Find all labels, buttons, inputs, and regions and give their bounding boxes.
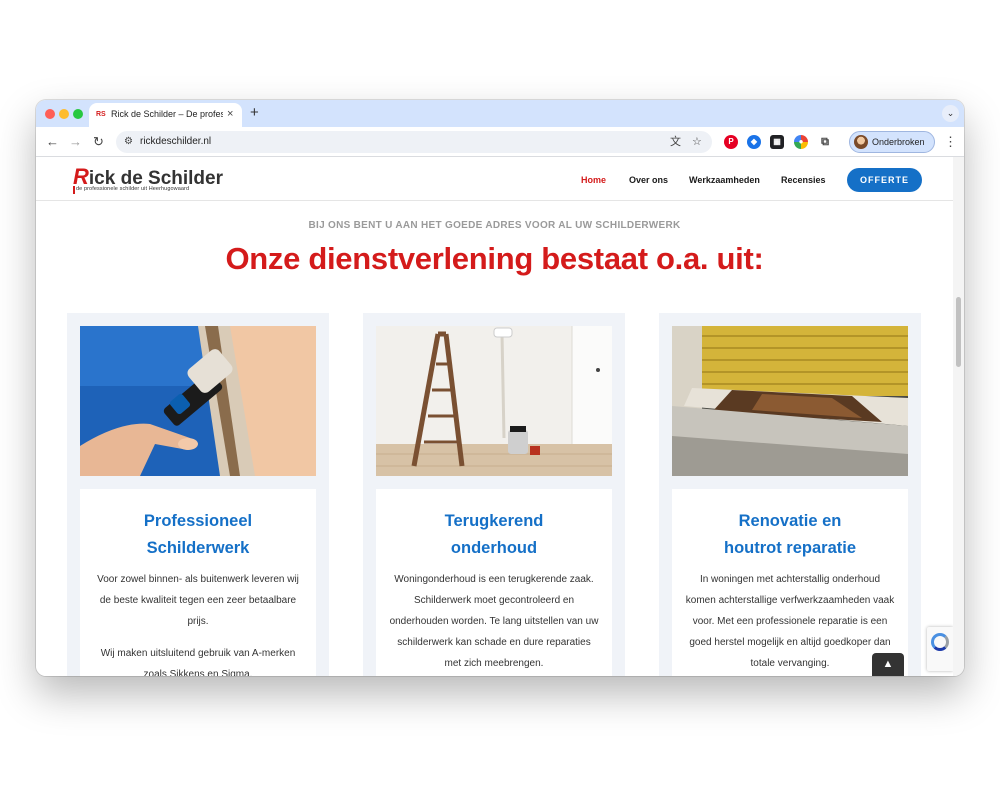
card-paragraph: Voor zowel binnen- als buitenwerk levere… bbox=[97, 574, 299, 627]
grid-extension-icon[interactable]: ▦ bbox=[770, 135, 784, 149]
nav-home[interactable]: Home bbox=[581, 174, 606, 186]
forward-button[interactable]: → bbox=[69, 132, 82, 152]
section-headline: Onze dienstverlening bestaat o.a. uit: bbox=[225, 241, 764, 276]
tab-close-icon[interactable]: × bbox=[227, 107, 233, 121]
service-card-renovation: Renovatie en houtrot reparatie In woning… bbox=[659, 313, 921, 676]
translate-icon[interactable]: 文 bbox=[670, 134, 681, 150]
back-to-top-button[interactable]: ▲ bbox=[872, 653, 904, 676]
avatar bbox=[854, 135, 868, 149]
browser-toolbar: ← → ↻ ⚙ rickdeschilder.nl 文 ☆ P ◆ ▦ ● ⧉ … bbox=[36, 127, 964, 157]
browser-menu-icon[interactable]: ⋮ bbox=[944, 132, 957, 152]
scrollbar-thumb[interactable] bbox=[956, 297, 961, 367]
tag-extension-icon[interactable]: ◆ bbox=[747, 135, 761, 149]
browser-window: RS Rick de Schilder – De professionele s… bbox=[36, 100, 964, 676]
site-info-icon[interactable]: ⚙ bbox=[124, 134, 133, 150]
profile-button[interactable]: Onderbroken bbox=[849, 131, 935, 153]
address-bar[interactable]: ⚙ rickdeschilder.nl 文 ☆ bbox=[116, 131, 712, 153]
new-tab-button[interactable]: + bbox=[250, 104, 259, 122]
minimize-window-icon[interactable] bbox=[59, 109, 69, 119]
card-text: Voor zowel binnen- als buitenwerk levere… bbox=[92, 569, 304, 676]
recaptcha-icon bbox=[931, 633, 949, 651]
browser-tab[interactable]: RS Rick de Schilder – De professionele s… bbox=[89, 103, 242, 127]
url-text[interactable]: rickdeschilder.nl bbox=[140, 135, 211, 149]
section-kicker: BIJ ONS BENT U AAN HET GOEDE ADRES VOOR … bbox=[308, 220, 681, 231]
logo-brush-icon bbox=[73, 186, 75, 194]
tab-strip: RS Rick de Schilder – De professionele s… bbox=[36, 100, 964, 127]
card-body: Terugkerend onderhoud Woningonderhoud is… bbox=[376, 489, 612, 676]
card-title: Renovatie en houtrot reparatie bbox=[672, 508, 908, 562]
tab-title: Rick de Schilder – De professionele schi… bbox=[111, 109, 223, 119]
card-paragraph: In woningen met achterstallig onderhoud … bbox=[685, 574, 895, 669]
favicon-icon: RS bbox=[96, 111, 106, 118]
maximize-window-icon[interactable] bbox=[73, 109, 83, 119]
service-card-painting: Professioneel Schilderwerk Voor zowel bi… bbox=[67, 313, 329, 676]
card-paragraph: Woningonderhoud is een terugkerende zaak… bbox=[389, 574, 599, 669]
service-card-maintenance: Terugkerend onderhoud Woningonderhoud is… bbox=[363, 313, 625, 676]
card-title-line: houtrot reparatie bbox=[723, 539, 857, 557]
profile-label: Onderbroken bbox=[872, 137, 925, 147]
card-text: Woningonderhoud is een terugkerende zaak… bbox=[388, 569, 600, 674]
tab-search-icon[interactable]: ⌄ bbox=[942, 105, 959, 122]
page-viewport: Rick de Schilder de professionele schild… bbox=[36, 157, 964, 676]
card-title-line: Renovatie en bbox=[738, 512, 842, 530]
card-image-ladder bbox=[376, 326, 612, 476]
card-title-line: Schilderwerk bbox=[146, 539, 250, 557]
close-window-icon[interactable] bbox=[45, 109, 55, 119]
site-header: Rick de Schilder de professionele schild… bbox=[36, 157, 953, 201]
nav-over-ons[interactable]: Over ons bbox=[629, 174, 668, 186]
nav-werkzaamheden[interactable]: Werkzaamheden bbox=[689, 174, 760, 186]
reload-button[interactable]: ↻ bbox=[93, 132, 104, 152]
bookmark-star-icon[interactable]: ☆ bbox=[692, 134, 702, 150]
recaptcha-badge[interactable] bbox=[927, 627, 953, 671]
card-title: Professioneel Schilderwerk bbox=[80, 508, 316, 562]
back-button[interactable]: ← bbox=[46, 132, 59, 152]
site-logo[interactable]: Rick de Schilder de professionele schild… bbox=[73, 166, 223, 194]
card-image-wood-rot bbox=[672, 326, 908, 476]
card-title-line: onderhoud bbox=[450, 539, 538, 557]
scrollbar-track[interactable] bbox=[953, 157, 964, 676]
extensions-puzzle-icon[interactable]: ⧉ bbox=[818, 135, 832, 149]
logo-tagline: de professionele schilder uit Heerhugowa… bbox=[76, 186, 190, 192]
card-body: Renovatie en houtrot reparatie In woning… bbox=[672, 489, 908, 676]
color-extension-icon[interactable]: ● bbox=[794, 135, 808, 149]
card-body: Professioneel Schilderwerk Voor zowel bi… bbox=[80, 489, 316, 676]
card-text: In woningen met achterstallig onderhoud … bbox=[684, 569, 896, 674]
card-paragraph: Wij maken uitsluitend gebruik van A-merk… bbox=[100, 648, 296, 676]
card-title-line: Terugkerend bbox=[444, 512, 544, 530]
card-title-line: Professioneel bbox=[143, 512, 253, 530]
pinterest-extension-icon[interactable]: P bbox=[724, 135, 738, 149]
nav-recensies[interactable]: Recensies bbox=[781, 174, 826, 186]
card-image-paintbrush bbox=[80, 326, 316, 476]
offerte-button[interactable]: OFFERTE bbox=[847, 168, 922, 192]
card-title: Terugkerend onderhoud bbox=[376, 508, 612, 562]
